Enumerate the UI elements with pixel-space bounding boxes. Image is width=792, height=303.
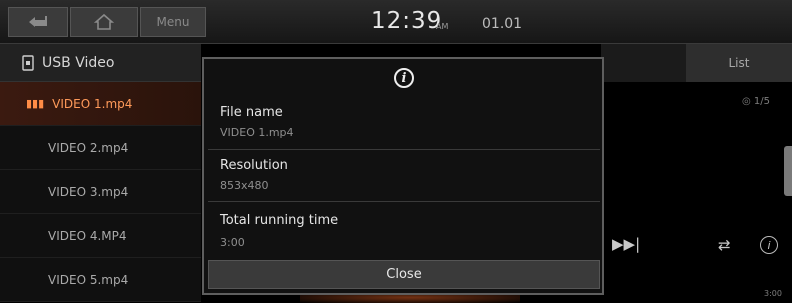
file-info-dialog: i File name VIDEO 1.mp4 Resolution 853x4… <box>202 57 604 295</box>
file-name: VIDEO 3.mp4 <box>48 184 129 199</box>
file-name: VIDEO 4.MP4 <box>48 228 127 243</box>
close-button[interactable]: Close <box>208 260 600 289</box>
info-icon: i <box>394 68 414 88</box>
running-time-value: 3:00 <box>220 236 245 249</box>
file-name-value: VIDEO 1.mp4 <box>220 126 294 139</box>
running-time-label: Total running time <box>220 213 339 228</box>
back-arrow-icon <box>29 16 47 27</box>
top-bar: Menu 12:39 AM 01.01 <box>0 0 792 44</box>
file-item[interactable]: VIDEO 2.mp4 <box>0 126 201 170</box>
file-name-label: File name <box>220 105 283 120</box>
clock-ampm: AM <box>436 22 449 31</box>
resolution-value: 853x480 <box>220 179 269 192</box>
file-name: VIDEO 2.mp4 <box>48 140 129 155</box>
next-track-button[interactable]: ▶▶| <box>612 235 640 253</box>
back-button[interactable] <box>8 7 68 37</box>
file-item-active[interactable]: ▮▮▮ VIDEO 1.mp4 <box>0 82 201 126</box>
resolution-label: Resolution <box>220 158 288 173</box>
menu-button[interactable]: Menu <box>140 7 206 37</box>
list-button[interactable]: List <box>686 44 792 82</box>
info-button[interactable]: i <box>760 236 778 254</box>
file-item[interactable]: VIDEO 5.mp4 <box>0 258 201 302</box>
usb-icon <box>22 54 34 71</box>
running-time-row: Total running time 3:00 <box>208 201 600 257</box>
now-playing-icon: ▮▮▮ <box>26 97 45 110</box>
skip-next-icon: ▶▶| <box>612 235 641 253</box>
repeat-icon: ⇄ <box>718 236 731 254</box>
file-name: VIDEO 1.mp4 <box>52 96 133 111</box>
file-item[interactable]: VIDEO 4.MP4 <box>0 214 201 258</box>
home-icon <box>94 13 114 30</box>
resolution-row: Resolution 853x480 <box>208 149 600 201</box>
track-count: ◎ 1/5 <box>742 96 770 107</box>
clock-time: 12:39 <box>371 8 443 34</box>
end-time: 3:00 <box>764 289 782 298</box>
repeat-button[interactable]: ⇄ <box>718 236 731 254</box>
file-item[interactable]: VIDEO 3.mp4 <box>0 170 201 214</box>
file-name: VIDEO 5.mp4 <box>48 272 129 287</box>
right-header <box>601 44 686 82</box>
home-button[interactable] <box>70 7 138 37</box>
source-label: USB Video <box>42 54 115 71</box>
source-header[interactable]: USB Video <box>0 44 201 82</box>
file-name-row: File name VIDEO 1.mp4 <box>208 97 600 149</box>
clock-date: 01.01 <box>482 16 523 32</box>
side-panel-handle[interactable] <box>784 146 792 196</box>
